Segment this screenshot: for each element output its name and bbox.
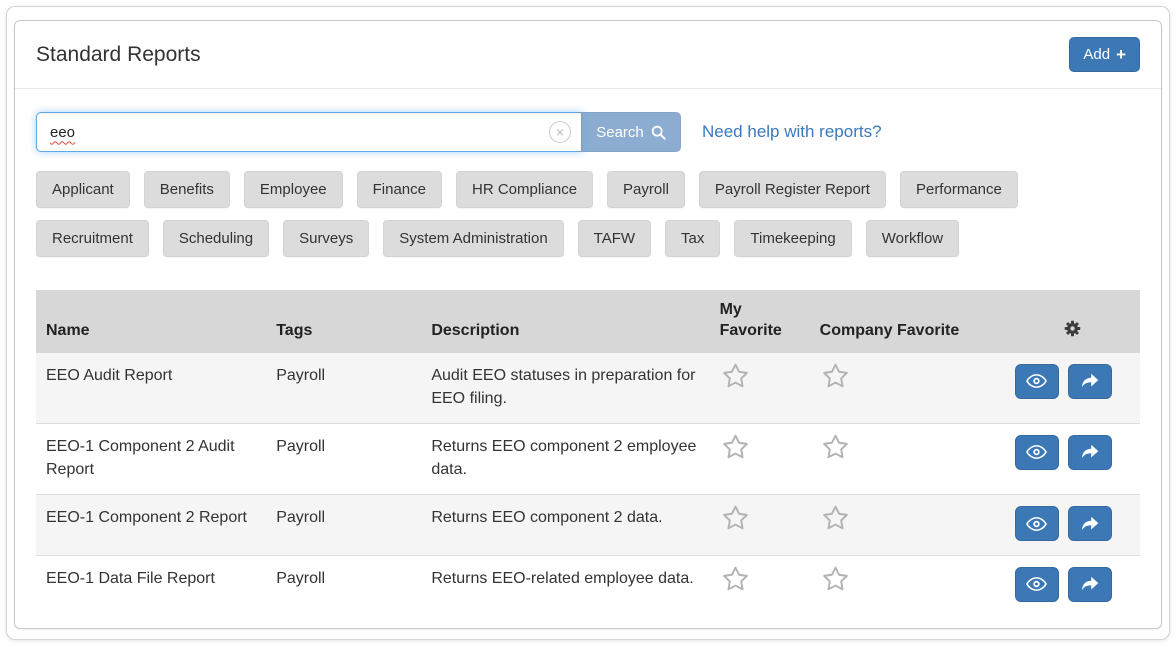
tag-filter-payroll-register-report[interactable]: Payroll Register Report — [699, 171, 886, 208]
tag-filter-bar: Applicant Benefits Employee Finance HR C… — [36, 171, 1056, 257]
column-header-my-favorite: My Favorite — [710, 290, 810, 353]
tag-filter-recruitment[interactable]: Recruitment — [36, 220, 149, 257]
tag-filter-employee[interactable]: Employee — [244, 171, 343, 208]
table-row: EEO-1 Data File Report Payroll Returns E… — [36, 555, 1140, 615]
my-favorite-star[interactable] — [720, 361, 751, 392]
my-favorite-star[interactable] — [720, 432, 751, 463]
tag-filter-workflow[interactable]: Workflow — [866, 220, 959, 257]
page-title: Standard Reports — [36, 43, 201, 67]
run-report-button[interactable] — [1068, 567, 1112, 602]
report-tags-cell: Payroll — [266, 423, 421, 494]
search-input[interactable]: eeo × — [36, 112, 582, 152]
table-header-row: Name Tags Description My Favorite Compan… — [36, 290, 1140, 353]
company-favorite-star[interactable] — [820, 503, 851, 534]
panel-body: eeo × Search Need help with reports? App… — [15, 89, 1161, 615]
tag-filter-hr-compliance[interactable]: HR Compliance — [456, 171, 593, 208]
add-button-label: Add — [1083, 46, 1110, 63]
share-arrow-icon — [1081, 516, 1099, 532]
eye-icon — [1026, 444, 1047, 460]
column-header-name: Name — [36, 290, 266, 353]
table-row: EEO Audit Report Payroll Audit EEO statu… — [36, 353, 1140, 424]
search-input-value: eeo — [50, 124, 75, 141]
company-favorite-star[interactable] — [820, 361, 851, 392]
view-report-button[interactable] — [1015, 435, 1059, 470]
run-report-button[interactable] — [1068, 435, 1112, 470]
tag-filter-finance[interactable]: Finance — [357, 171, 442, 208]
tag-filter-performance[interactable]: Performance — [900, 171, 1018, 208]
search-row: eeo × Search Need help with reports? — [36, 112, 1140, 152]
tag-filter-benefits[interactable]: Benefits — [144, 171, 230, 208]
plus-icon: + — [1116, 48, 1126, 62]
share-arrow-icon — [1081, 444, 1099, 460]
standard-reports-panel: Standard Reports Add + eeo × Search — [14, 20, 1162, 629]
report-tags-cell: Payroll — [266, 353, 421, 424]
run-report-button[interactable] — [1068, 506, 1112, 541]
tag-filter-tafw[interactable]: TAFW — [578, 220, 651, 257]
run-report-button[interactable] — [1068, 364, 1112, 399]
search-input-group: eeo × Search — [36, 112, 681, 152]
report-description-cell: Returns EEO component 2 employee data. — [421, 423, 709, 494]
table-row: EEO-1 Component 2 Audit Report Payroll R… — [36, 423, 1140, 494]
add-report-button[interactable]: Add + — [1069, 37, 1140, 72]
gear-icon[interactable] — [1064, 320, 1081, 337]
report-description-cell: Returns EEO component 2 data. — [421, 495, 709, 555]
report-name-cell: EEO-1 Data File Report — [36, 555, 266, 615]
table-row: EEO-1 Component 2 Report Payroll Returns… — [36, 495, 1140, 555]
tag-filter-system-administration[interactable]: System Administration — [383, 220, 563, 257]
column-header-company-favorite: Company Favorite — [810, 290, 1005, 353]
search-button[interactable]: Search — [581, 112, 681, 152]
clear-search-icon[interactable]: × — [549, 121, 571, 143]
view-report-button[interactable] — [1015, 364, 1059, 399]
search-button-label: Search — [596, 124, 644, 141]
my-favorite-star[interactable] — [720, 503, 751, 534]
report-tags-cell: Payroll — [266, 495, 421, 555]
tag-filter-applicant[interactable]: Applicant — [36, 171, 130, 208]
eye-icon — [1026, 516, 1047, 532]
report-name-cell: EEO Audit Report — [36, 353, 266, 424]
panel-header: Standard Reports Add + — [15, 21, 1161, 89]
reports-table: Name Tags Description My Favorite Compan… — [36, 290, 1140, 615]
report-description-cell: Returns EEO-related employee data. — [421, 555, 709, 615]
share-arrow-icon — [1081, 373, 1099, 389]
tag-filter-timekeeping[interactable]: Timekeeping — [734, 220, 851, 257]
company-favorite-star[interactable] — [820, 564, 851, 595]
column-header-description: Description — [421, 290, 709, 353]
magnifier-icon — [651, 125, 666, 140]
report-tags-cell: Payroll — [266, 555, 421, 615]
report-description-cell: Audit EEO statuses in preparation for EE… — [421, 353, 709, 424]
tag-filter-scheduling[interactable]: Scheduling — [163, 220, 269, 257]
eye-icon — [1026, 373, 1047, 389]
share-arrow-icon — [1081, 576, 1099, 592]
reports-help-link[interactable]: Need help with reports? — [702, 122, 882, 142]
company-favorite-star[interactable] — [820, 432, 851, 463]
window-frame: Standard Reports Add + eeo × Search — [6, 6, 1170, 640]
my-favorite-star[interactable] — [720, 564, 751, 595]
column-header-tags: Tags — [266, 290, 421, 353]
tag-filter-tax[interactable]: Tax — [665, 220, 720, 257]
tag-filter-surveys[interactable]: Surveys — [283, 220, 369, 257]
column-header-settings — [1005, 290, 1140, 353]
report-name-cell: EEO-1 Component 2 Audit Report — [36, 423, 266, 494]
tag-filter-payroll[interactable]: Payroll — [607, 171, 685, 208]
report-name-cell: EEO-1 Component 2 Report — [36, 495, 266, 555]
eye-icon — [1026, 576, 1047, 592]
view-report-button[interactable] — [1015, 506, 1059, 541]
view-report-button[interactable] — [1015, 567, 1059, 602]
